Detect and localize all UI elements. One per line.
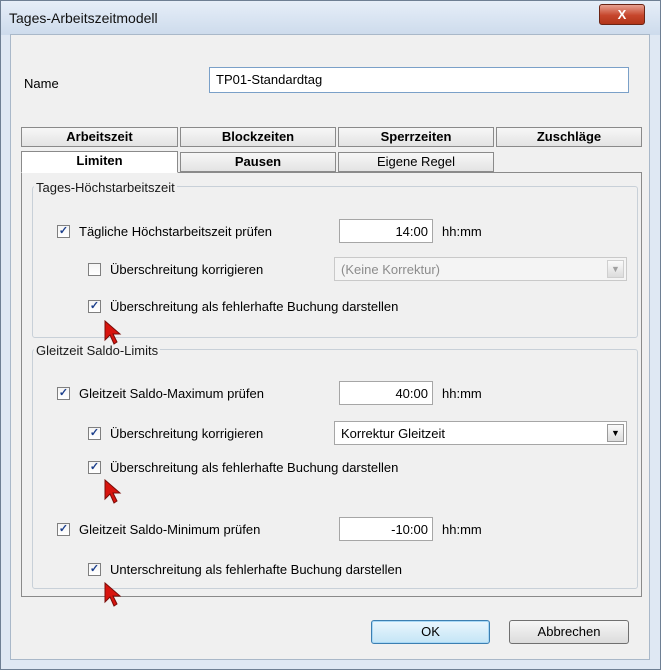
label-fehlerhafte-buchung-1: Überschreitung als fehlerhafte Buchung d… [110, 299, 399, 314]
tab-arbeitszeit[interactable]: Arbeitszeit [21, 127, 178, 147]
mouse-cursor-icon [104, 320, 122, 345]
label-ueberschreitung-korrigieren-1: Überschreitung korrigieren [110, 262, 264, 277]
unit-saldo-maximum: hh:mm [442, 386, 482, 401]
ok-button[interactable]: OK [371, 620, 490, 644]
checkbox-hoechstarbeitszeit-pruefen[interactable]: ✓ [57, 225, 70, 238]
window-title: Tages-Arbeitszeitmodell [9, 10, 158, 26]
checkbox-fehlerhafte-buchung-2[interactable]: ✓ [88, 461, 101, 474]
checkbox-saldo-maximum-pruefen[interactable]: ✓ [57, 387, 70, 400]
checkbox-saldo-minimum-pruefen[interactable]: ✓ [57, 523, 70, 536]
combo-korrektur-1-value: (Keine Korrektur) [341, 262, 440, 277]
checkbox-ueberschreitung-korrigieren-1[interactable] [88, 263, 101, 276]
checkbox-ueberschreitung-korrigieren-2[interactable]: ✓ [88, 427, 101, 440]
unit-saldo-minimum: hh:mm [442, 522, 482, 537]
mouse-cursor-icon [104, 582, 122, 607]
mouse-cursor-icon [104, 479, 122, 504]
dropdown-arrow-icon[interactable]: ▼ [607, 424, 624, 442]
tab-eigene-regel[interactable]: Eigene Regel [338, 152, 494, 172]
input-hoechstarbeitszeit[interactable]: 14:00 [339, 219, 433, 243]
name-label: Name [24, 76, 59, 91]
input-saldo-maximum[interactable]: 40:00 [339, 381, 433, 405]
checkbox-fehlerhafte-buchung-1[interactable]: ✓ [88, 300, 101, 313]
name-input[interactable]: TP01-Standardtag [209, 67, 629, 93]
label-fehlerhafte-buchung-2: Überschreitung als fehlerhafte Buchung d… [110, 460, 399, 475]
tab-sperrzeiten[interactable]: Sperrzeiten [338, 127, 494, 147]
tab-blockzeiten[interactable]: Blockzeiten [180, 127, 336, 147]
group-title-tages-hoechstarbeitszeit: Tages-Höchstarbeitszeit [34, 180, 177, 195]
label-ueberschreitung-korrigieren-2: Überschreitung korrigieren [110, 426, 264, 441]
title-bar[interactable]: Tages-Arbeitszeitmodell X [1, 1, 660, 35]
combo-korrektur-2[interactable]: Korrektur Gleitzeit ▼ [334, 421, 627, 445]
label-saldo-minimum-pruefen: Gleitzeit Saldo-Minimum prüfen [79, 522, 261, 537]
cancel-button[interactable]: Abbrechen [509, 620, 629, 644]
tab-limiten[interactable]: Limiten [21, 151, 178, 173]
label-unterschreitung-fehlerhaft: Unterschreitung als fehlerhafte Buchung … [110, 562, 402, 577]
combo-korrektur-2-value: Korrektur Gleitzeit [341, 426, 446, 441]
tab-pausen[interactable]: Pausen [180, 152, 336, 172]
close-button[interactable]: X [599, 4, 645, 25]
combo-korrektur-1[interactable]: (Keine Korrektur) ▼ [334, 257, 627, 281]
checkbox-unterschreitung-fehlerhaft[interactable]: ✓ [88, 563, 101, 576]
label-saldo-maximum-pruefen: Gleitzeit Saldo-Maximum prüfen [79, 386, 264, 401]
label-hoechstarbeitszeit-pruefen: Tägliche Höchstarbeitszeit prüfen [79, 224, 272, 239]
unit-hoechstarbeitszeit: hh:mm [442, 224, 482, 239]
tab-zuschlaege[interactable]: Zuschläge [496, 127, 642, 147]
dropdown-arrow-icon[interactable]: ▼ [607, 260, 624, 278]
input-saldo-minimum[interactable]: -10:00 [339, 517, 433, 541]
group-title-gleitzeit-saldo-limits: Gleitzeit Saldo-Limits [34, 343, 161, 358]
